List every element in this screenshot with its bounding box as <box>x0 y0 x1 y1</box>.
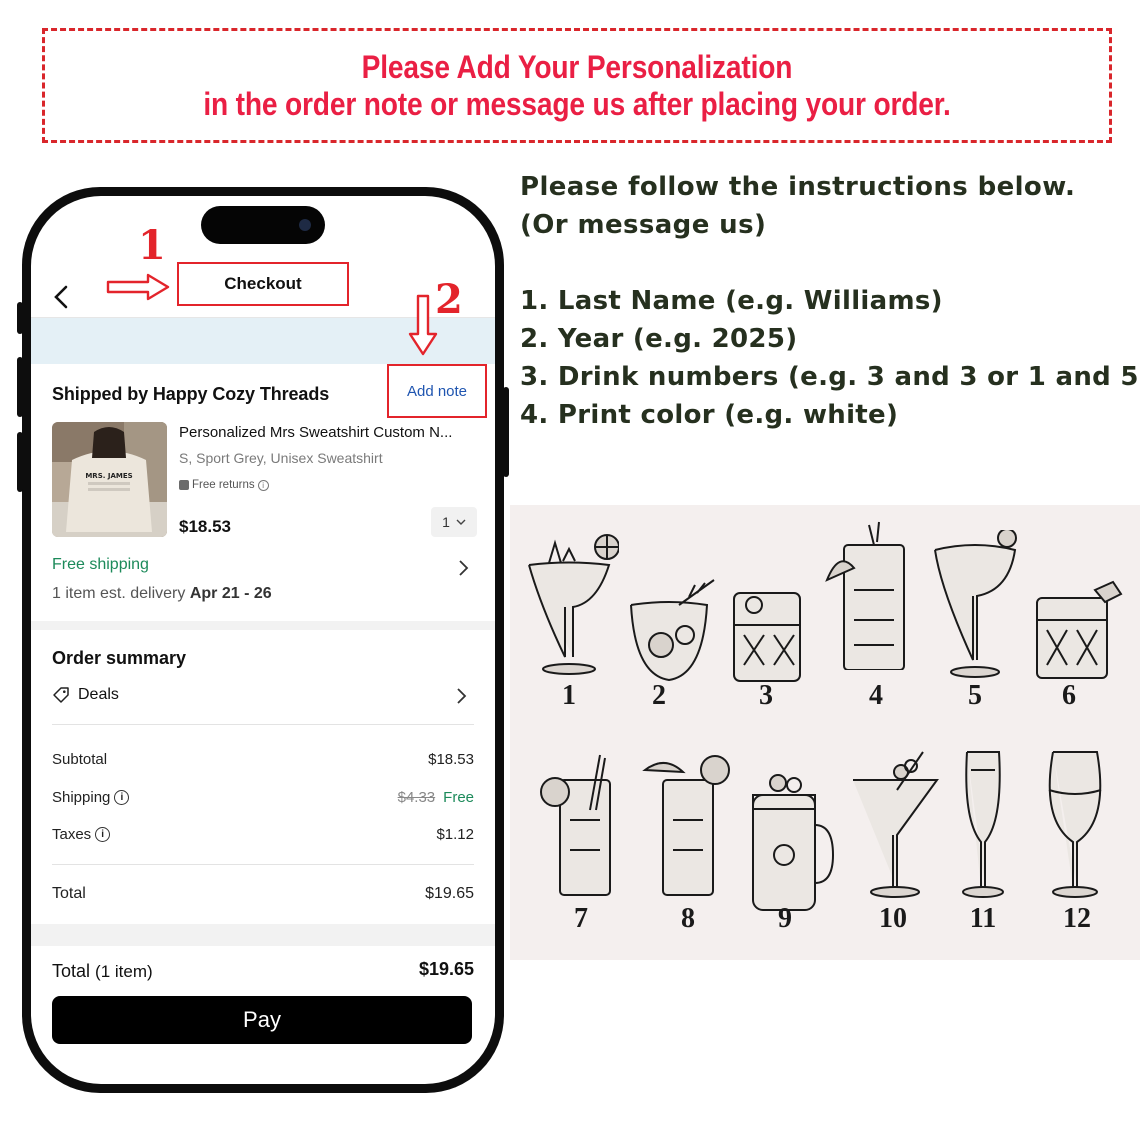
step-print-color: 4. Print color (e.g. white) <box>520 400 899 430</box>
chevron-right-icon[interactable] <box>455 687 467 705</box>
add-note-highlight-box: Add note <box>387 364 487 418</box>
instructions-panel: Please follow the instructions below. (O… <box>520 168 1140 434</box>
back-arrow-icon[interactable] <box>51 284 73 310</box>
drink-mason-jar-9 <box>738 765 838 915</box>
shipped-by-label: Shipped by Happy Cozy Threads <box>52 384 330 404</box>
drink-number-7: 7 <box>574 903 588 934</box>
shipping-label: Shipping i <box>52 789 130 806</box>
deals-row[interactable]: Deals <box>52 686 119 704</box>
instructions-intro-line2: (Or message us) <box>520 210 767 240</box>
step-year: 2. Year (e.g. 2025) <box>520 324 798 354</box>
footer-total-label: Total (1 item) <box>52 961 153 982</box>
chevron-down-icon <box>456 519 466 525</box>
taxes-value: $1.12 <box>436 826 474 843</box>
instructions-intro-line1: Please follow the instructions below. <box>520 172 1076 202</box>
shipping-original-price: $4.33 <box>397 789 436 806</box>
free-returns-badge: Free returns i <box>179 479 269 491</box>
drink-wine-12 <box>1025 750 1125 900</box>
summary-divider <box>52 864 474 865</box>
dynamic-island <box>201 206 325 244</box>
personalization-banner: Please Add Your Personalization in the o… <box>42 28 1112 143</box>
subtotal-label: Subtotal <box>52 751 107 768</box>
drink-margarita-5 <box>925 530 1025 680</box>
add-note-link[interactable]: Add note <box>407 383 467 400</box>
drink-tiki-8 <box>635 750 735 900</box>
delivery-dates: Apr 21 - 26 <box>189 585 272 602</box>
drinks-panel: 1 2 3 4 5 6 7 8 9 10 11 12 <box>510 505 1140 960</box>
banner-line-2: in the order note or message us after pl… <box>203 86 951 122</box>
drink-number-12: 12 <box>1063 903 1091 934</box>
phone-volume-down-button <box>17 432 23 492</box>
product-variant: S, Sport Grey, Unisex Sweatshirt <box>179 450 383 466</box>
product-price: $18.53 <box>179 517 231 536</box>
phone-volume-up-button <box>17 357 23 417</box>
drink-mojito-7 <box>530 750 630 900</box>
shipping-free: Free <box>443 789 474 806</box>
thumbnail-print-text: MRS. JAMES <box>85 472 132 480</box>
quantity-value: 1 <box>442 514 450 530</box>
drink-old-fashioned-3 <box>719 585 819 735</box>
total-label: Total <box>52 885 86 903</box>
footer-total-value: $19.65 <box>418 959 474 979</box>
drink-number-10: 10 <box>879 903 907 934</box>
checkout-highlight-box: Checkout <box>177 262 349 306</box>
deals-label: Deals <box>78 686 119 703</box>
pay-button[interactable]: Pay <box>52 996 472 1044</box>
summary-divider <box>52 724 474 725</box>
tag-icon <box>53 687 69 703</box>
drink-martini-10 <box>845 750 945 900</box>
arrow-down-icon <box>408 294 438 356</box>
free-returns-label: Free returns <box>192 479 255 491</box>
drink-number-9: 9 <box>778 903 792 934</box>
section-gap <box>31 924 495 946</box>
drink-margarita-1 <box>519 525 619 675</box>
drink-number-11: 11 <box>969 903 997 934</box>
banner-line-1: Please Add Your Personalization <box>361 49 793 85</box>
annotation-number-1: 1 <box>138 222 166 269</box>
drink-number-3: 3 <box>759 680 773 711</box>
product-title[interactable]: Personalized Mrs Sweatshirt Custom N... <box>179 424 475 441</box>
taxes-text: Taxes <box>52 826 92 843</box>
drink-number-2: 2 <box>652 680 666 711</box>
shipping-value: $4.33 Free <box>398 789 474 806</box>
delivery-prefix: 1 item est. delivery <box>52 585 190 602</box>
info-icon[interactable]: i <box>257 479 269 491</box>
drink-number-5: 5 <box>968 680 982 711</box>
drink-number-6: 6 <box>1062 680 1076 711</box>
section-gap <box>31 621 495 630</box>
total-text: Total <box>52 885 86 902</box>
step-last-name: 1. Last Name (e.g. Williams) <box>520 286 943 316</box>
taxes-label: Taxes i <box>52 826 111 843</box>
drink-number-1: 1 <box>562 680 576 711</box>
camera-icon <box>299 219 311 231</box>
drink-number-8: 8 <box>681 903 695 934</box>
footer-total-text: Total <box>52 961 91 981</box>
shipping-text: Shipping <box>52 789 111 806</box>
phone-side-button <box>17 302 23 334</box>
delivery-estimate: 1 item est. delivery Apr 21 - 26 <box>52 585 272 603</box>
instructions-intro: Please follow the instructions below. (O… <box>520 168 1136 244</box>
info-icon[interactable]: i <box>114 790 130 805</box>
drink-highball-4 <box>819 520 919 670</box>
instructions-steps: 1. Last Name (e.g. Williams) 2. Year (e.… <box>520 282 1140 434</box>
step-drink-numbers: 3. Drink numbers (e.g. 3 and 3 or 1 and … <box>520 362 1140 392</box>
info-icon[interactable]: i <box>95 827 111 842</box>
subtotal-text: Subtotal <box>52 751 108 768</box>
free-shipping-label[interactable]: Free shipping <box>52 556 149 574</box>
annotation-number-2: 2 <box>435 276 463 323</box>
quantity-selector[interactable]: 1 <box>431 507 477 537</box>
arrow-right-icon <box>106 273 170 301</box>
drink-champagne-11 <box>933 750 1033 900</box>
total-value: $19.65 <box>425 885 474 902</box>
footer-item-count: (1 item) <box>95 962 153 981</box>
product-thumbnail[interactable]: MRS. JAMES <box>52 422 167 537</box>
page-title: Checkout <box>224 274 302 293</box>
chevron-right-icon[interactable] <box>457 559 469 577</box>
phone-power-button <box>503 387 509 477</box>
drink-number-4: 4 <box>869 680 883 711</box>
returns-icon <box>179 480 189 490</box>
subtotal-value: $18.53 <box>428 751 474 768</box>
order-summary-title: Order summary <box>52 648 187 668</box>
